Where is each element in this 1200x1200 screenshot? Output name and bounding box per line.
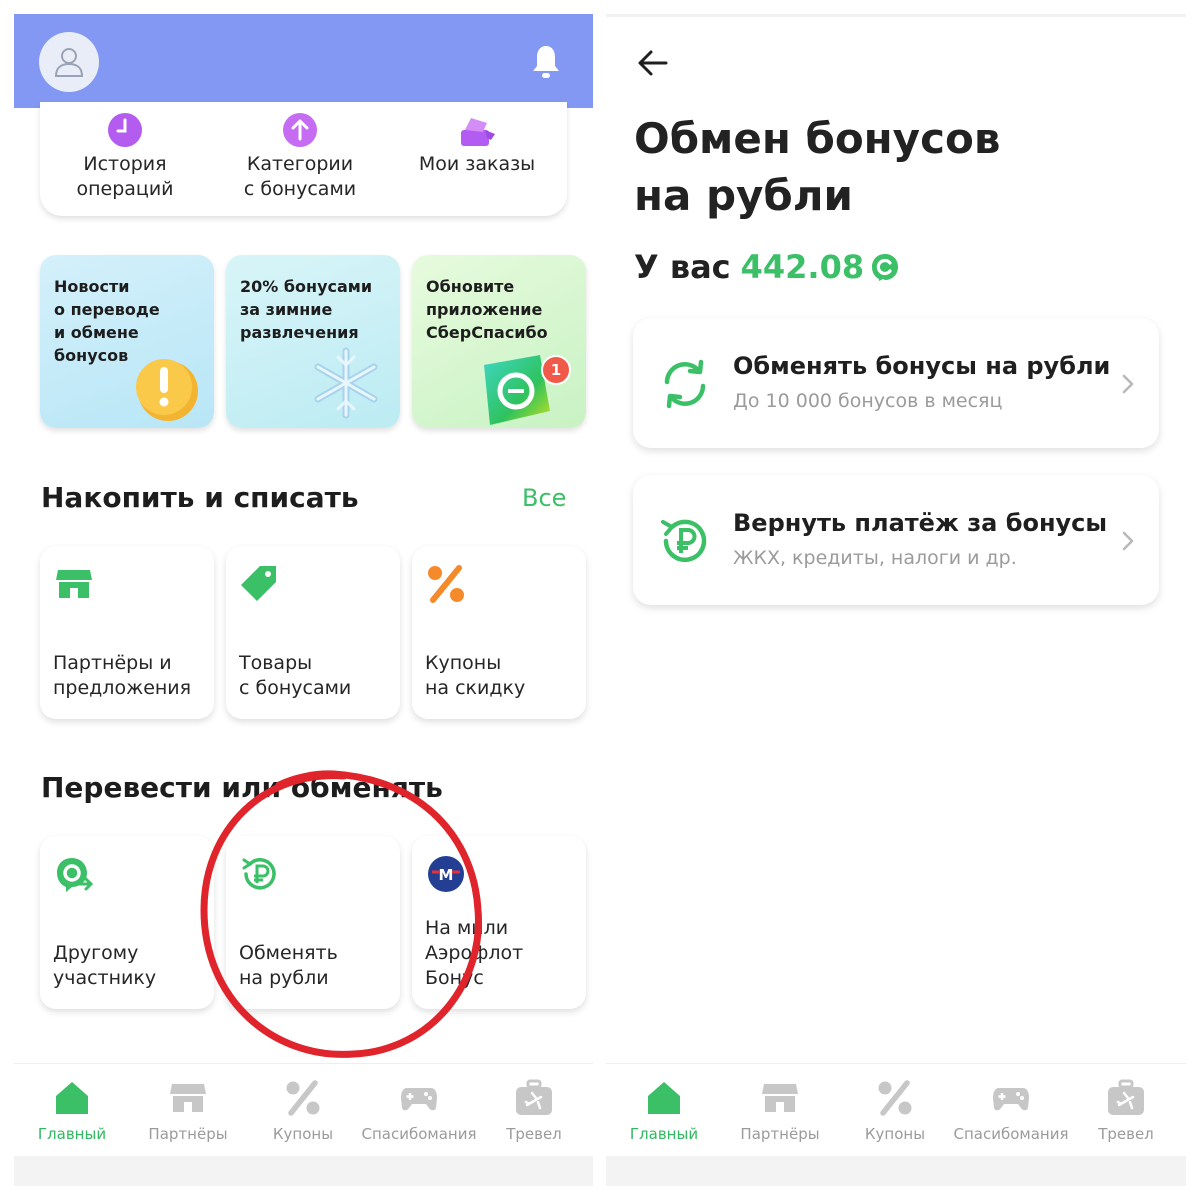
arrow-up-circle-icon — [283, 113, 317, 147]
clock-icon — [108, 113, 142, 147]
nav-label: Тревел — [506, 1125, 562, 1143]
nav-spasibomania[interactable]: Спасибомания — [953, 1078, 1069, 1143]
nav-home[interactable]: Главный — [606, 1078, 722, 1143]
quick-action-orders[interactable]: Мои заказы — [392, 110, 562, 177]
nav-partners[interactable]: Партнёры — [722, 1078, 838, 1143]
action-title: Обменять бонусы на рубли — [733, 352, 1111, 380]
quick-action-history[interactable]: История операций — [40, 110, 210, 202]
page-title: Обмен бонусов на рубли — [634, 114, 1001, 220]
balance-value: 442.08 — [740, 248, 865, 286]
bottom-navigation: Главный Партнёры Купоны Спасибомания Тре… — [14, 1063, 593, 1155]
nav-travel[interactable]: Тревел — [476, 1078, 592, 1143]
svg-text:M: M — [439, 866, 454, 884]
story-text: Новости о переводе и обмене бонусов — [54, 277, 160, 365]
action-return-payment[interactable]: Вернуть платёж за бонусы ЖКХ, кредиты, н… — [633, 475, 1159, 605]
tile-transfer-member[interactable]: Другому участнику — [40, 836, 214, 1009]
nav-coupons[interactable]: Купоны — [837, 1078, 953, 1143]
aeroflot-icon: M — [428, 856, 464, 892]
tile-label: Другому участнику — [53, 942, 157, 989]
nav-home[interactable]: Главный — [14, 1078, 130, 1143]
suitcase-plane-icon — [1108, 1079, 1144, 1115]
tile-coupons[interactable]: Купоны на скидку — [412, 546, 586, 719]
nav-label: Главный — [37, 1125, 107, 1143]
see-all-link[interactable]: Все — [522, 484, 566, 512]
tile-partners[interactable]: Партнёры и предложения — [40, 546, 214, 719]
exclamation-icon — [136, 359, 198, 421]
story-news[interactable]: Новости о переводе и обмене бонусов — [40, 255, 214, 428]
nav-label: Тревел — [1098, 1125, 1154, 1143]
transfer-icon — [57, 858, 94, 892]
notification-badge: 1 — [541, 355, 571, 385]
tile-goods[interactable]: Товары с бонусами — [226, 546, 400, 719]
nav-spasibomania[interactable]: Спасибомания — [361, 1078, 477, 1143]
bonus-coin-icon — [872, 254, 899, 281]
tile-aeroflot-miles[interactable]: M На мили Аэрофлот Бонус — [412, 836, 586, 1009]
chevron-right-icon — [1122, 531, 1134, 551]
shopping-box-icon — [461, 118, 495, 146]
refresh-arrows-icon — [664, 359, 706, 409]
home-icon — [648, 1082, 680, 1114]
nav-label: Главный — [629, 1125, 699, 1143]
store-icon — [762, 1084, 798, 1112]
home-icon — [56, 1082, 88, 1114]
gamepad-icon — [993, 1088, 1029, 1111]
percent-icon — [878, 1080, 912, 1116]
tile-exchange-rubles[interactable]: Обменять на рубли — [226, 836, 400, 1009]
tile-label: Партнёры и предложения — [53, 652, 192, 699]
nav-label: Партнёры — [740, 1125, 820, 1143]
suitcase-plane-icon — [516, 1079, 552, 1115]
nav-label: Спасибомания — [361, 1125, 477, 1143]
exchange-screen: Обмен бонусов на рубли У вас 442.08 Обме… — [606, 0, 1186, 1200]
bottom-navigation: Главный Партнёры Купоны Спасибомания Тре… — [606, 1063, 1186, 1155]
action-subtitle: До 10 000 бонусов в месяц — [733, 390, 1003, 412]
nav-travel[interactable]: Тревел — [1068, 1078, 1184, 1143]
nav-label: Партнёры — [148, 1125, 228, 1143]
percent-icon — [428, 565, 464, 603]
chevron-right-icon — [1122, 374, 1134, 394]
ruble-return-icon — [661, 519, 707, 563]
store-icon — [56, 570, 92, 598]
avatar[interactable] — [39, 32, 99, 92]
tag-icon — [241, 566, 276, 601]
bell-icon[interactable] — [531, 44, 561, 80]
quick-action-categories[interactable]: Категории с бонусами — [215, 110, 385, 202]
store-icon — [170, 1084, 206, 1112]
back-arrow-icon[interactable] — [636, 46, 670, 80]
quick-action-label: Категории с бонусами — [243, 153, 357, 200]
quick-action-label: Мои заказы — [418, 153, 536, 175]
balance-prefix: У вас — [634, 248, 731, 286]
section-title-accumulate: Накопить и списать — [41, 481, 359, 514]
snowflake-icon — [314, 347, 378, 419]
nav-label: Купоны — [272, 1125, 334, 1143]
home-screen: История операций Категории с бонусами Мо… — [14, 0, 593, 1200]
nav-coupons[interactable]: Купоны — [245, 1078, 361, 1143]
notification-badge-count: 1 — [550, 361, 562, 379]
story-update-app[interactable]: Обновите приложение СберСпасибо 1 — [412, 255, 586, 428]
action-title: Вернуть платёж за бонусы — [733, 509, 1108, 537]
nav-partners[interactable]: Партнёры — [130, 1078, 246, 1143]
status-divider — [606, 14, 1186, 17]
quick-action-label: История операций — [76, 153, 174, 200]
story-text: 20% бонусами за зимние развлечения — [240, 277, 373, 342]
nav-label: Купоны — [864, 1125, 926, 1143]
action-exchange-rubles[interactable]: Обменять бонусы на рубли До 10 000 бонус… — [633, 318, 1159, 448]
tile-label: Товары с бонусами — [239, 652, 352, 699]
balance-row: У вас 442.08 — [634, 248, 900, 286]
tile-label: Обменять на рубли — [239, 942, 338, 989]
gamepad-icon — [401, 1088, 437, 1111]
section-title-transfer: Перевести или обменять — [41, 771, 443, 804]
header-bar — [14, 14, 593, 108]
percent-icon — [286, 1080, 320, 1116]
system-navigation-bar — [606, 1156, 1186, 1186]
system-navigation-bar — [14, 1156, 593, 1186]
tile-label: Купоны на скидку — [425, 652, 526, 699]
nav-label: Спасибомания — [953, 1125, 1069, 1143]
story-text: Обновите приложение СберСпасибо — [426, 277, 548, 342]
action-subtitle: ЖКХ, кредиты, налоги и др. — [733, 547, 1017, 569]
story-winter[interactable]: 20% бонусами за зимние развлечения — [226, 255, 400, 428]
quick-actions-card: История операций Категории с бонусами Мо… — [40, 102, 567, 216]
tile-label: На мили Аэрофлот Бонус — [425, 917, 524, 989]
user-icon — [54, 48, 84, 77]
ruble-exchange-icon — [242, 858, 276, 890]
